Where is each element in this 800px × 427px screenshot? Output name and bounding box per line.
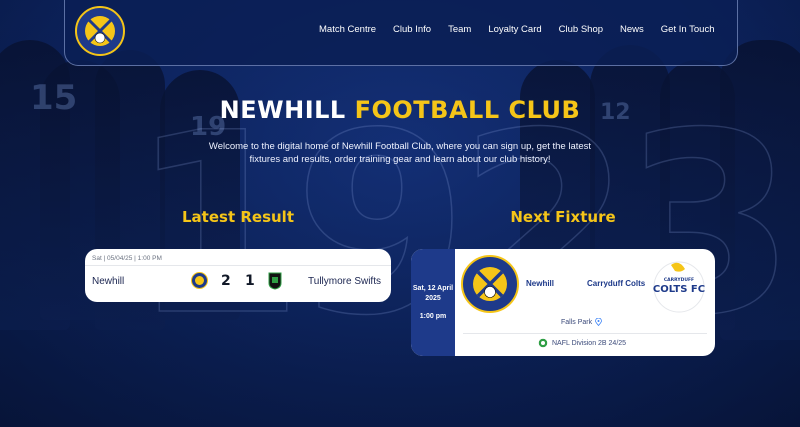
- home-team-crest-icon: [461, 255, 519, 313]
- fixture-competition: NAFL Division 2B 24/25: [538, 338, 626, 348]
- next-fixture-heading: Next Fixture: [510, 208, 616, 226]
- fixture-away-team: Carryduff Colts: [587, 279, 646, 288]
- fixture-date-panel: Sat, 12 April 2025 1:00 pm: [411, 249, 455, 356]
- club-crest-logo[interactable]: [75, 6, 125, 56]
- away-team-badge-icon: [268, 272, 282, 290]
- fixture-competition-name: NAFL Division 2B 24/25: [552, 339, 627, 347]
- nav-link-news[interactable]: News: [612, 24, 653, 35]
- hero-welcome-text: Welcome to the digital home of Newhill F…: [208, 141, 592, 165]
- latest-result-heading: Latest Result: [182, 208, 294, 226]
- result-away-team: Tullymore Swifts: [308, 276, 381, 287]
- away-team-crest-icon: COLTS FC CARRYDUFF: [653, 261, 705, 313]
- home-team-badge-icon: [191, 272, 208, 289]
- result-divider: [85, 265, 391, 266]
- fixture-date-day: Sat, 12 April: [412, 284, 454, 292]
- result-home-score: 2: [221, 273, 231, 289]
- result-away-score: 1: [245, 273, 255, 289]
- nav-link-get-in-touch[interactable]: Get In Touch: [652, 24, 723, 35]
- away-crest-text: COLTS FC: [653, 284, 705, 295]
- fixture-venue: Falls Park: [561, 318, 603, 326]
- page-title-club-name: NEWHILL: [219, 96, 346, 124]
- map-pin-icon: [595, 318, 603, 326]
- page-title-football-club: FOOTBALL CLUB: [354, 96, 581, 124]
- league-badge-icon: [538, 338, 548, 348]
- next-fixture-card[interactable]: Sat, 12 April 2025 1:00 pm Newhill Carry…: [411, 249, 715, 356]
- away-crest-subtext: CARRYDUFF: [664, 277, 694, 283]
- fixture-venue-name: Falls Park: [561, 318, 593, 326]
- result-date-meta: Sat | 05/04/25 | 1:00 PM: [92, 255, 162, 262]
- fixture-divider: [463, 333, 707, 334]
- fixture-kickoff-time: 1:00 pm: [419, 312, 447, 320]
- nav-link-team[interactable]: Team: [440, 24, 480, 35]
- nav-link-club-shop[interactable]: Club Shop: [550, 24, 611, 35]
- nav-link-loyalty-card[interactable]: Loyalty Card: [480, 24, 550, 35]
- nav-link-club-info[interactable]: Club Info: [385, 24, 440, 35]
- latest-result-card[interactable]: Sat | 05/04/25 | 1:00 PM Newhill 2 1 Tul…: [85, 249, 391, 302]
- nav-link-match-centre[interactable]: Match Centre: [311, 24, 385, 35]
- fixture-date-year: 2025: [425, 294, 441, 302]
- nav-links: Match Centre Club Info Team Loyalty Card…: [311, 24, 723, 35]
- result-home-team: Newhill: [92, 276, 125, 287]
- page-title: NEWHILL FOOTBALL CLUB: [0, 96, 800, 124]
- fixture-home-team: Newhill: [526, 279, 555, 288]
- top-navigation: Match Centre Club Info Team Loyalty Card…: [64, 0, 738, 66]
